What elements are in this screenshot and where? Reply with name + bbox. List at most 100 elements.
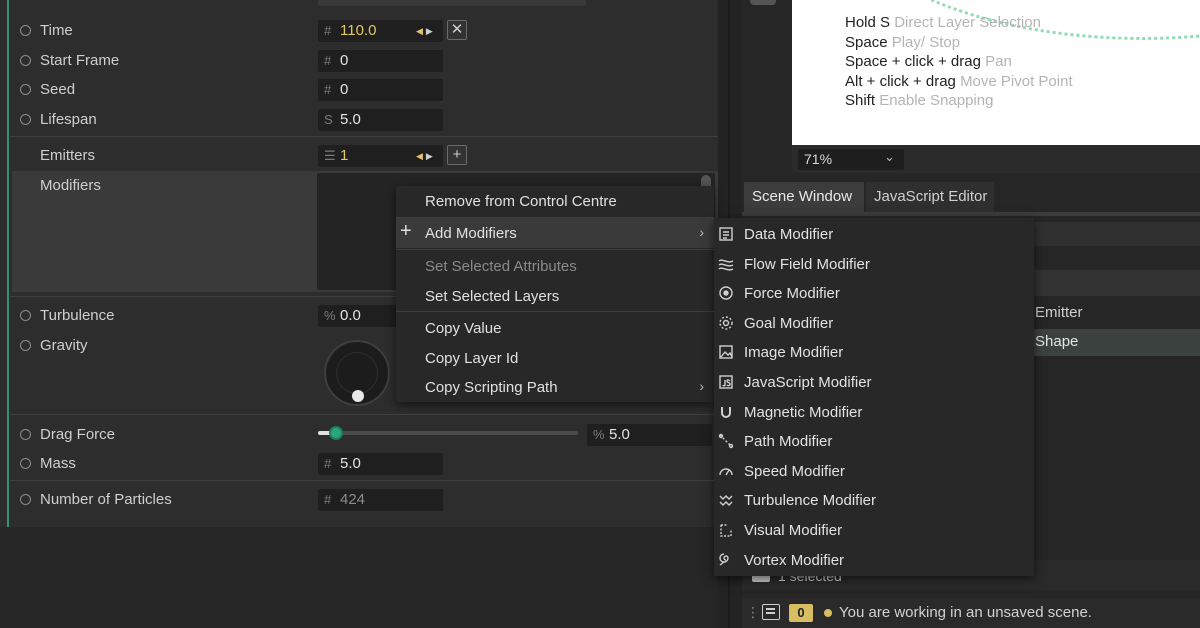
- keyframe-toggle[interactable]: [20, 114, 31, 125]
- submenu-item-image-modifier[interactable]: Image Modifier: [714, 337, 1034, 367]
- property-label: Lifespan: [40, 111, 97, 128]
- property-row-time: Time # 110.0 ◀▶ ✕: [10, 16, 718, 46]
- submenu-item-path-modifier[interactable]: Path Modifier: [714, 426, 1034, 456]
- submenu-item-force-modifier[interactable]: Force Modifier: [714, 278, 1034, 308]
- visual-modifier-icon: [718, 522, 734, 538]
- goal-modifier-icon: [718, 315, 734, 331]
- vortex-modifier-icon: [718, 552, 734, 568]
- submenu-item-data-modifier[interactable]: Data Modifier: [714, 219, 1034, 249]
- property-label: Start Frame: [40, 52, 120, 69]
- chevron-right-icon: ›: [699, 378, 704, 394]
- submenu-item-visual-modifier[interactable]: Visual Modifier: [714, 515, 1034, 545]
- mass-input[interactable]: # 5.0: [318, 453, 443, 475]
- menu-item-copy-layer-id[interactable]: Copy Layer Id: [396, 343, 714, 373]
- submenu-item-flow-field-modifier[interactable]: Flow Field Modifier: [714, 249, 1034, 279]
- data-modifier-icon: [718, 226, 734, 242]
- drag-handle-icon[interactable]: ⋮: [746, 604, 760, 621]
- hint-line: Hold S Direct Layer Selection: [845, 14, 1041, 31]
- add-modifiers-submenu: Data Modifier Flow Field Modifier Force …: [714, 218, 1034, 576]
- keyframe-toggle[interactable]: [20, 340, 31, 351]
- divider: [10, 414, 718, 415]
- next-keyframe-icon[interactable]: ▶: [426, 151, 436, 161]
- divider: [10, 480, 718, 481]
- add-emitter-button[interactable]: +: [447, 145, 467, 165]
- keyframe-toggle[interactable]: [20, 310, 31, 321]
- keyframe-toggle[interactable]: [20, 458, 31, 469]
- keyframe-arrows[interactable]: ◀▶: [416, 26, 436, 37]
- submenu-item-speed-modifier[interactable]: Speed Modifier: [714, 456, 1034, 486]
- zoom-select[interactable]: 71% ⌄: [798, 149, 904, 170]
- property-row-mass: Mass # 5.0: [10, 449, 718, 479]
- preview-canvas[interactable]: Hold S Direct Layer Selection Space Play…: [792, 0, 1200, 145]
- submenu-item-magnetic-modifier[interactable]: Magnetic Modifier: [714, 397, 1034, 427]
- emitters-input[interactable]: ☰ 1 ◀▶: [318, 145, 443, 167]
- hint-line: Shift Enable Snapping: [845, 92, 994, 109]
- panel-empty-area: [0, 527, 718, 628]
- scroll-remnant: [318, 0, 586, 6]
- start-frame-input[interactable]: # 0: [318, 50, 443, 72]
- drag-force-input[interactable]: % 5.0: [587, 424, 712, 446]
- messages-icon[interactable]: [762, 604, 780, 620]
- seconds-prefix-icon: S: [324, 112, 333, 127]
- gravity-direction-dial[interactable]: [324, 340, 390, 406]
- keyframe-toggle[interactable]: [20, 84, 31, 95]
- flow-field-modifier-icon: [718, 256, 734, 272]
- prev-keyframe-icon[interactable]: ◀: [416, 26, 426, 36]
- property-label: Mass: [40, 455, 76, 472]
- dial-handle[interactable]: [352, 390, 364, 402]
- context-menu: Remove from Control Centre + Add Modifie…: [396, 186, 714, 402]
- hint-line: Space Play/ Stop: [845, 33, 961, 51]
- keyframe-toggle[interactable]: [20, 429, 31, 440]
- hint-line: Space + click + drag Pan: [845, 53, 1012, 70]
- menu-item-set-selected-layers[interactable]: Set Selected Layers: [396, 281, 714, 311]
- keyframe-toggle[interactable]: [20, 25, 31, 36]
- menu-divider: [396, 249, 714, 250]
- plus-icon: +: [400, 220, 412, 242]
- image-modifier-icon: [718, 344, 734, 360]
- tab-javascript-editor[interactable]: JavaScript Editor: [866, 182, 994, 212]
- scene-search-field[interactable]: [1033, 222, 1200, 246]
- particles-readout: # 424: [318, 489, 443, 511]
- tab-underline: [742, 212, 1200, 216]
- message-count-badge: 0: [789, 604, 813, 622]
- menu-item-copy-value[interactable]: Copy Value: [396, 313, 714, 343]
- submenu-item-vortex-modifier[interactable]: Vortex Modifier: [714, 545, 1034, 575]
- keyframe-toggle[interactable]: [20, 494, 31, 505]
- panel-tab-remnant: [750, 0, 776, 5]
- seed-input[interactable]: # 0: [318, 79, 443, 101]
- submenu-item-goal-modifier[interactable]: Goal Modifier: [714, 308, 1034, 338]
- clear-time-button[interactable]: ✕: [447, 20, 467, 40]
- keyframe-toggle[interactable]: [20, 55, 31, 66]
- list-icon: ☰: [324, 148, 336, 163]
- property-row-drag-force: Drag Force % 5.0: [10, 420, 718, 450]
- drag-force-slider[interactable]: [318, 426, 578, 440]
- submenu-item-javascript-modifier[interactable]: JavaScript Modifier: [714, 367, 1034, 397]
- menu-item-add-modifiers[interactable]: + Add Modifiers ›: [396, 218, 714, 248]
- menu-item-set-selected-attributes: Set Selected Attributes: [425, 258, 577, 275]
- divider: [10, 136, 718, 137]
- prev-keyframe-icon[interactable]: ◀: [416, 151, 426, 161]
- keyframe-arrows[interactable]: ◀▶: [416, 151, 436, 162]
- tab-scene-window[interactable]: Scene Window: [744, 182, 864, 212]
- start-frame-value: 0: [340, 52, 349, 69]
- slider-thumb[interactable]: [329, 426, 343, 440]
- emitters-value: 1: [340, 147, 349, 164]
- time-input[interactable]: # 110.0 ◀▶: [318, 20, 443, 42]
- selection-accent-bar: [7, 0, 9, 527]
- menu-item-copy-scripting-path[interactable]: Copy Scripting Path ›: [396, 372, 714, 402]
- javascript-modifier-icon: [718, 374, 734, 390]
- lifespan-input[interactable]: S 5.0: [318, 109, 443, 131]
- status-bar: ⋮ 0 You are working in an unsaved scene.: [742, 598, 1200, 628]
- next-keyframe-icon[interactable]: ▶: [426, 26, 436, 36]
- force-modifier-icon: [718, 285, 734, 301]
- submenu-item-turbulence-modifier[interactable]: Turbulence Modifier: [714, 485, 1034, 515]
- menu-item-remove-from-control-centre[interactable]: Remove from Control Centre: [396, 186, 714, 216]
- scene-item-emitter[interactable]: Emitter: [1033, 300, 1200, 328]
- shortcut-hints: Hold S Direct Layer Selection Space Play…: [845, 13, 1073, 111]
- percent-prefix-icon: %: [593, 427, 605, 442]
- time-value: 110.0: [340, 22, 377, 39]
- number-prefix-icon: #: [324, 53, 332, 68]
- number-prefix-icon: #: [324, 23, 332, 38]
- property-label: Number of Particles: [40, 491, 172, 508]
- scene-item-shape[interactable]: Shape: [1033, 329, 1200, 356]
